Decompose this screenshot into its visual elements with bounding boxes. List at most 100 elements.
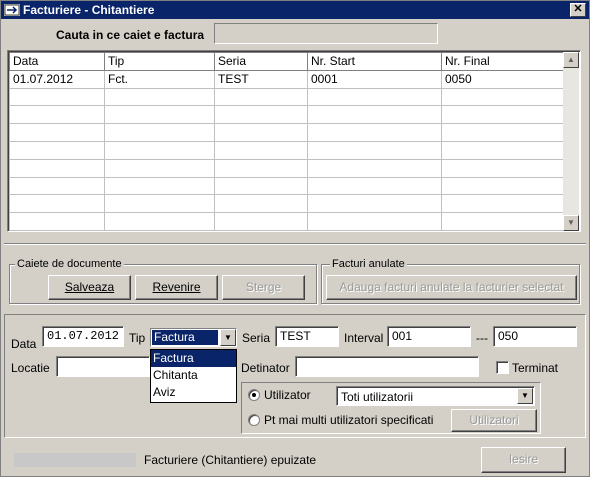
- table-row[interactable]: [9, 105, 566, 125]
- table-row[interactable]: [9, 158, 566, 178]
- table-cell: [9, 194, 105, 214]
- utilizator-radio[interactable]: [248, 389, 260, 401]
- facturiere-table[interactable]: Data Tip Seria Nr. Start Nr. Final 01.07.201…: [7, 50, 581, 232]
- table-row[interactable]: [9, 87, 566, 107]
- exit-button[interactable]: Iesire: [481, 447, 566, 473]
- search-input[interactable]: [214, 23, 438, 44]
- arrow-up-icon: ▲: [567, 55, 575, 64]
- table-cell: [9, 105, 105, 125]
- arrow-down-icon: ▼: [567, 218, 575, 227]
- scroll-up-button[interactable]: ▲: [563, 52, 579, 68]
- table-row[interactable]: [9, 140, 566, 160]
- table-cell: [214, 105, 308, 125]
- table-cell: Fct.: [104, 69, 215, 89]
- utilizatori-button[interactable]: Utilizatori: [451, 409, 537, 432]
- close-icon: ✕: [573, 3, 583, 15]
- app-icon: [4, 4, 20, 16]
- multi-users-label: Pt mai multi utilizatori specificati: [264, 413, 434, 427]
- utilizator-dropdown-button[interactable]: ▼: [517, 388, 533, 404]
- data-table: Data Tip Seria Nr. Start Nr. Final 01.07.201…: [9, 52, 566, 231]
- interval-from-field[interactable]: 001: [387, 326, 471, 347]
- table-cell: 01.07.2012: [9, 69, 105, 89]
- table-row[interactable]: 01.07.2012 Fct. TEST 0001 0050: [9, 69, 566, 89]
- table-cell: [441, 158, 566, 178]
- tip-option-chitanta[interactable]: Chitanta: [151, 367, 236, 384]
- tip-option-aviz[interactable]: Aviz: [151, 384, 236, 401]
- table-cell: [441, 194, 566, 214]
- column-header[interactable]: Nr. Start: [307, 52, 442, 71]
- table-cell: [307, 194, 442, 214]
- table-cell: [441, 87, 566, 107]
- delete-button[interactable]: Sterge: [222, 275, 305, 300]
- search-label: Cauta in ce caiet e factura: [56, 28, 205, 42]
- table-cell: [214, 176, 308, 196]
- table-cell: [9, 87, 105, 107]
- column-header[interactable]: Nr. Final: [441, 52, 566, 71]
- vertical-scrollbar[interactable]: ▲ ▼: [563, 52, 579, 231]
- interval-label: Interval: [344, 331, 384, 345]
- table-cell: [214, 194, 308, 214]
- table-cell: [214, 158, 308, 178]
- data-field[interactable]: 01.07.2012: [42, 326, 124, 347]
- interval-to-field[interactable]: 050: [493, 326, 577, 347]
- tip-combobox[interactable]: Factura ▼: [150, 328, 237, 347]
- revert-button[interactable]: Revenire: [135, 275, 218, 300]
- anulate-group-label: Facturi anulate: [330, 258, 407, 270]
- add-cancelled-invoices-button[interactable]: Adauga facturi anulate la facturier sele…: [326, 275, 577, 300]
- column-header[interactable]: Seria: [214, 52, 308, 71]
- interval-separator: ---: [476, 331, 488, 345]
- terminat-checkbox[interactable]: [496, 361, 509, 374]
- table-cell: [441, 212, 566, 231]
- table-cell: [441, 140, 566, 160]
- close-button[interactable]: ✕: [570, 3, 586, 17]
- table-cell: [307, 105, 442, 125]
- table-cell: [307, 212, 442, 231]
- tip-dropdown-list: Factura Chitanta Aviz: [150, 349, 237, 403]
- window-title: Facturiere - Chitantiere: [23, 3, 155, 17]
- table-cell: [104, 123, 215, 142]
- epuizate-label: Facturiere (Chitantiere) epuizate: [144, 453, 317, 467]
- data-label: Data: [11, 337, 37, 351]
- save-button[interactable]: Salveaza: [48, 275, 131, 300]
- scroll-down-button[interactable]: ▼: [563, 215, 579, 231]
- table-row[interactable]: [9, 212, 566, 231]
- tip-label: Tip: [129, 331, 146, 345]
- column-header[interactable]: Data: [9, 52, 105, 71]
- tip-selected-value: Factura: [152, 330, 218, 345]
- utilizator-combobox[interactable]: Toti utilizatorii ▼: [336, 386, 535, 406]
- table-cell: [214, 87, 308, 107]
- table-cell: 0001: [307, 69, 442, 89]
- detinator-label: Detinator: [241, 361, 290, 375]
- table-cell: [104, 87, 215, 107]
- table-cell: [104, 105, 215, 125]
- table-cell: [104, 194, 215, 214]
- table-cell: 0050: [441, 69, 566, 89]
- multi-users-radio[interactable]: [248, 414, 260, 426]
- table-cell: [441, 105, 566, 125]
- table-cell: [104, 158, 215, 178]
- tip-dropdown-button[interactable]: ▼: [220, 329, 236, 346]
- locatie-field[interactable]: [56, 356, 150, 377]
- locatie-label: Locatie: [11, 361, 50, 375]
- title-bar[interactable]: Facturiere - Chitantiere ✕: [1, 1, 589, 19]
- table-cell: [441, 123, 566, 142]
- separator: [4, 243, 586, 245]
- table-cell: [307, 176, 442, 196]
- table-cell: [104, 212, 215, 231]
- table-cell: [307, 123, 442, 142]
- tip-option-factura[interactable]: Factura: [151, 350, 236, 367]
- table-cell: [214, 212, 308, 231]
- table-cell: [214, 123, 308, 142]
- detinator-field[interactable]: [295, 356, 479, 377]
- table-cell: [307, 87, 442, 107]
- table-row[interactable]: [9, 194, 566, 214]
- table-cell: [9, 158, 105, 178]
- table-row[interactable]: [9, 176, 566, 196]
- table-row[interactable]: [9, 123, 566, 142]
- seria-field[interactable]: TEST: [275, 326, 339, 347]
- column-header[interactable]: Tip: [104, 52, 215, 71]
- caiete-group-label: Caiete de documente: [15, 258, 124, 270]
- chevron-down-icon: ▼: [224, 333, 232, 342]
- seria-label: Seria: [242, 331, 271, 345]
- table-cell: [307, 140, 442, 160]
